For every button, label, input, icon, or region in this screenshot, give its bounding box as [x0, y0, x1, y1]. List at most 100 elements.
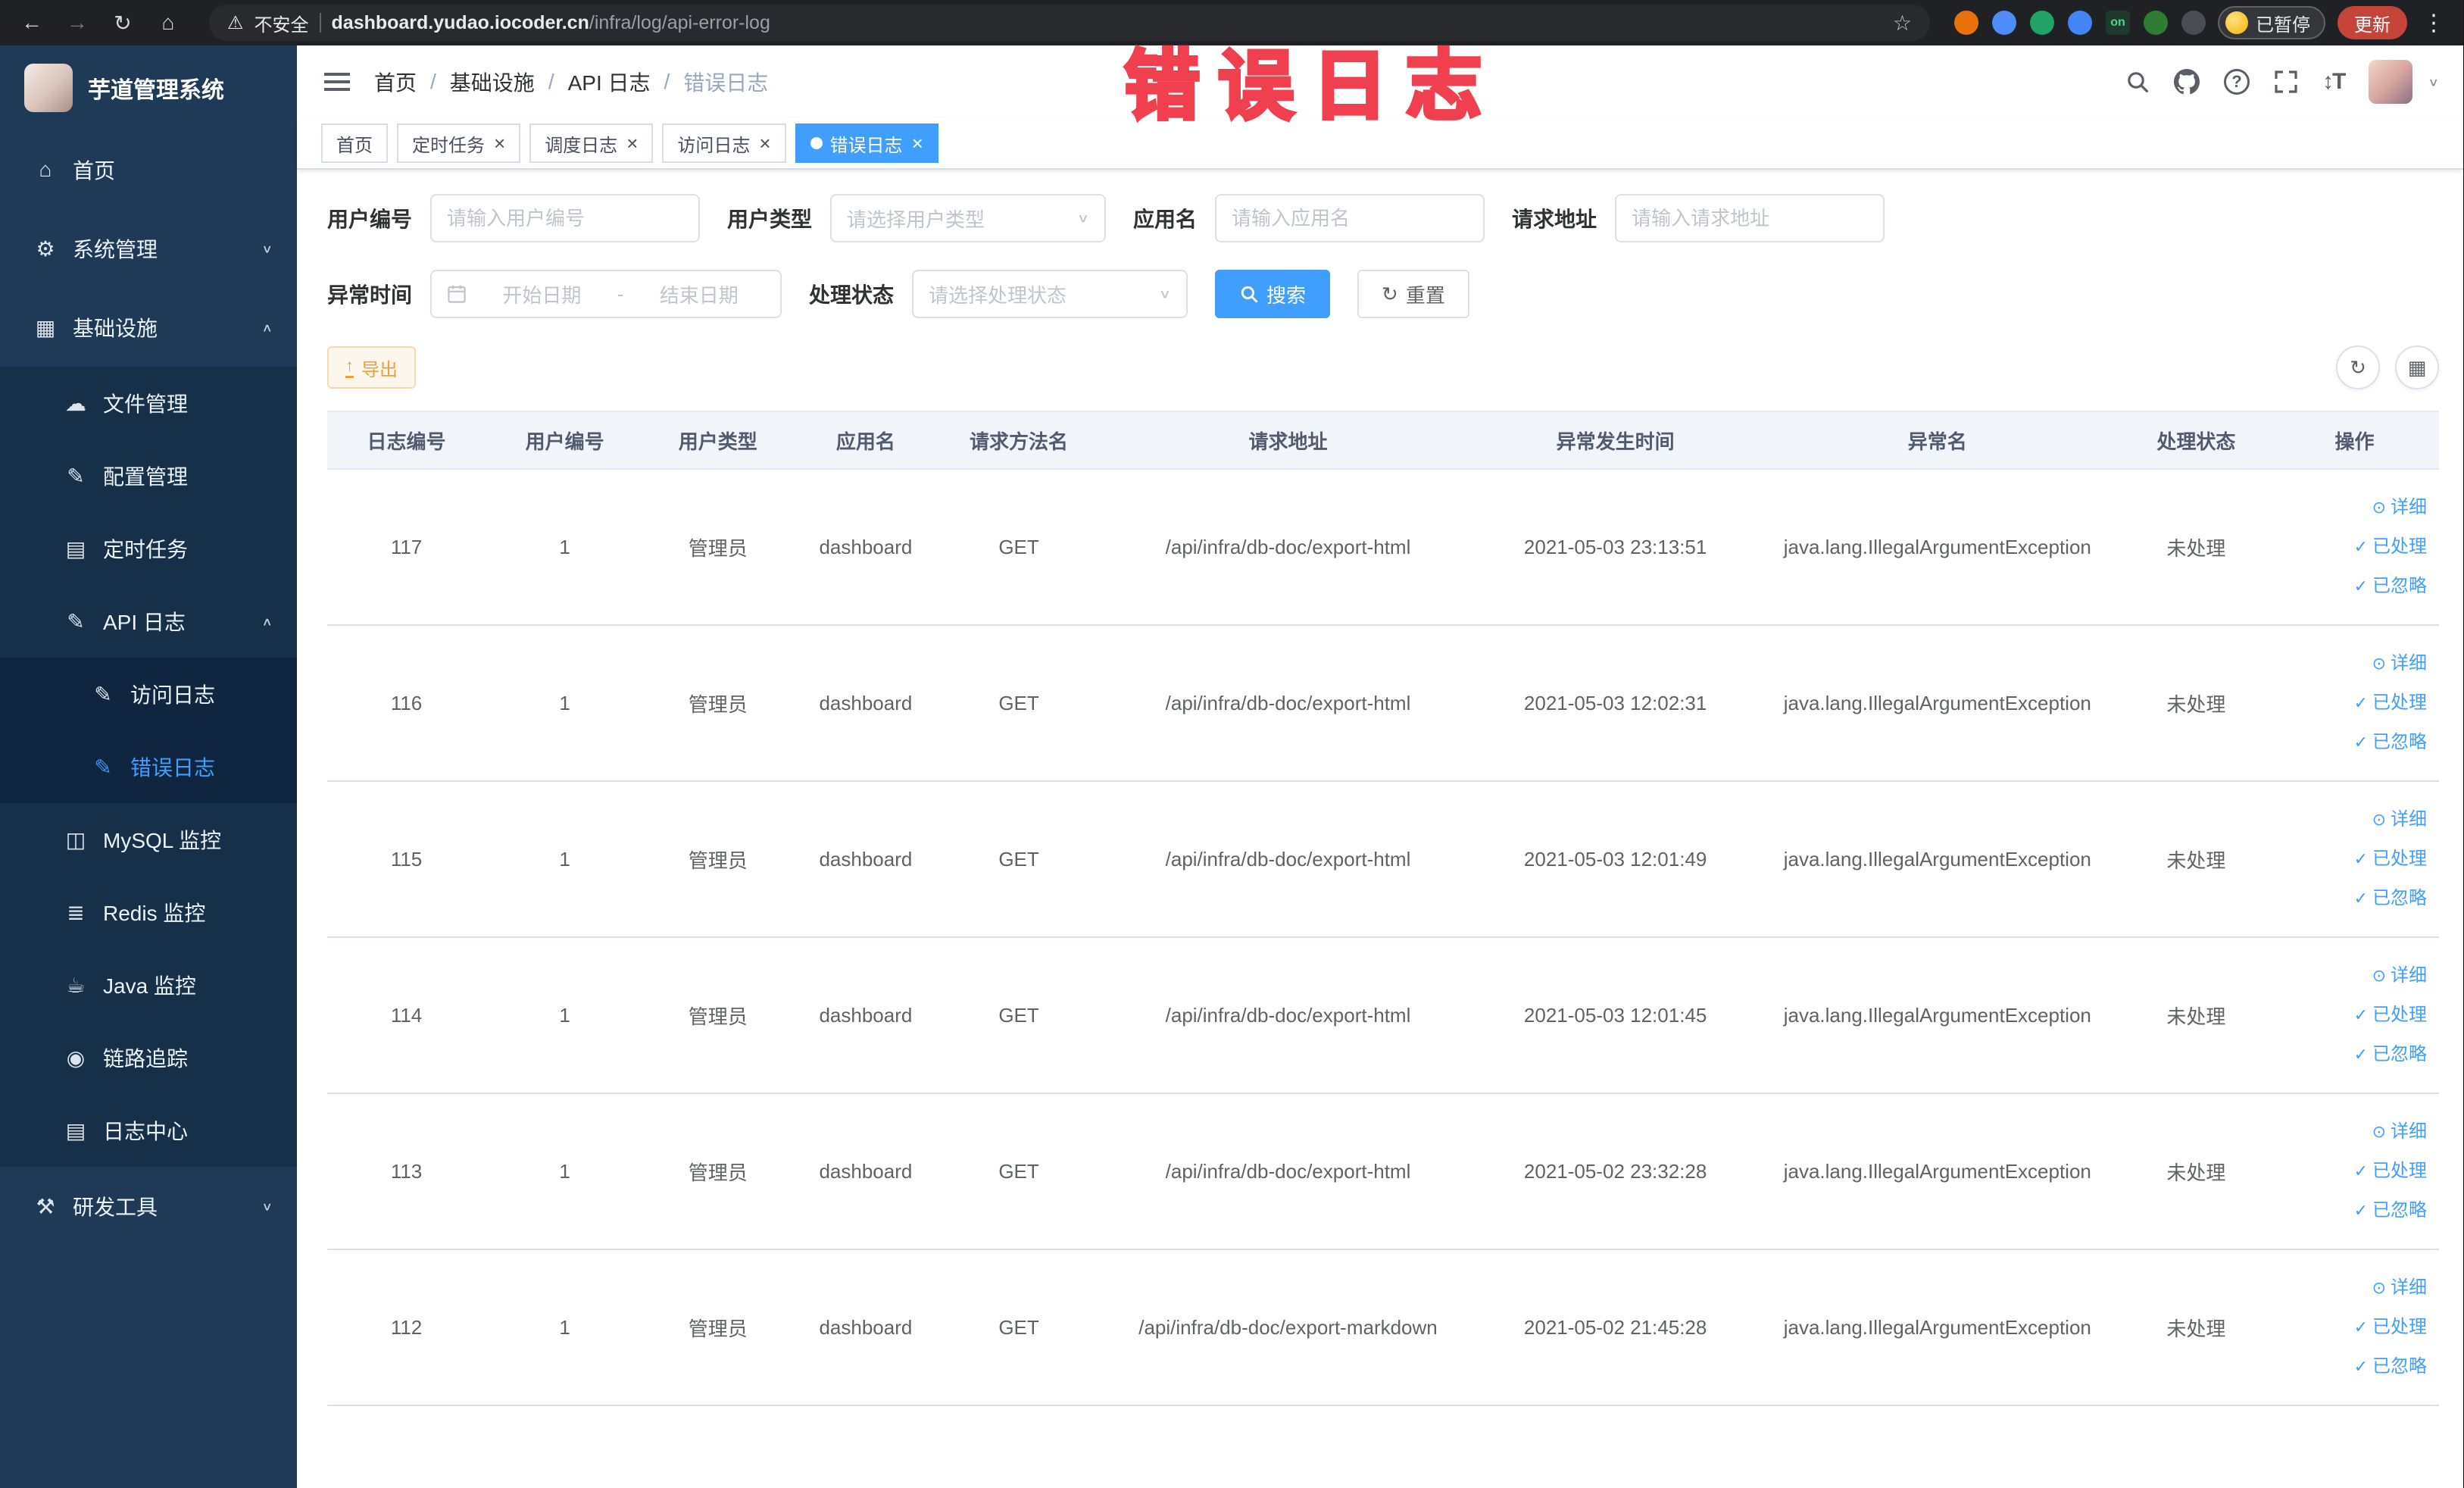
request-url-input[interactable] — [1632, 206, 1869, 230]
sidebar-item-label: 配置管理 — [103, 465, 189, 489]
search-button[interactable]: 搜索 — [1215, 270, 1331, 318]
action-ignored-link[interactable]: ✓ 已忽略 — [2276, 1191, 2427, 1230]
tab-close-icon[interactable]: × — [912, 133, 923, 153]
tab-close-icon[interactable]: × — [759, 133, 770, 153]
tab-job-log[interactable]: 调度日志 × — [529, 123, 654, 163]
tab-close-icon[interactable]: × — [626, 133, 638, 153]
tab-job[interactable]: 定时任务 × — [397, 123, 521, 163]
sidebar-item-home[interactable]: ⌂ 首页 — [0, 130, 297, 209]
help-icon[interactable]: ? — [2224, 69, 2250, 95]
reload-icon[interactable]: ↻ — [106, 6, 139, 39]
extension-icon-green-circle[interactable] — [2030, 11, 2054, 35]
tab-label: 首页 — [336, 135, 373, 156]
action-ignored-link[interactable]: ✓ 已忽略 — [2276, 879, 2427, 918]
extension-icon-leaf[interactable] — [2144, 11, 2168, 35]
tab-close-icon[interactable]: × — [494, 133, 505, 153]
address-bar[interactable]: ⚠ 不安全 dashboard.yudao.iocoder.cn/infra/l… — [209, 5, 1930, 41]
breadcrumb-item[interactable]: 基础设施 — [450, 67, 535, 97]
sidebar-item-file[interactable]: ☁ 文件管理 — [0, 367, 297, 439]
bookmark-star-icon[interactable]: ☆ — [1893, 11, 1912, 36]
sidebar-item-config[interactable]: ✎ 配置管理 — [0, 439, 297, 512]
tab-home[interactable]: 首页 — [321, 123, 388, 163]
extension-icon-orange[interactable] — [1954, 11, 1978, 35]
action-processed-link[interactable]: ✓ 已处理 — [2276, 683, 2427, 723]
column-settings-button[interactable]: ▦ — [2395, 345, 2439, 389]
font-size-icon[interactable]: ↕T — [2322, 69, 2346, 95]
action-detail-link[interactable]: ⊙ 详细 — [2276, 488, 2427, 527]
chevron-down-icon: ∨ — [1158, 286, 1172, 301]
extension-icon-blue-drop[interactable] — [1992, 11, 2016, 35]
cell-exception: java.lang.IllegalArgumentException — [1752, 1249, 2122, 1406]
request-url-field[interactable] — [1615, 194, 1885, 242]
user-type-select[interactable]: 请选择用户类型 ∨ — [830, 194, 1107, 242]
sidebar-item-job[interactable]: ▤ 定时任务 — [0, 512, 297, 585]
navbar-actions: ? ↕T ∨ — [2125, 60, 2439, 104]
sidebar-logo[interactable]: 芋道管理系统 — [0, 45, 297, 130]
breadcrumb-item: 错误日志 — [683, 71, 769, 95]
action-ignored-link[interactable]: ✓ 已忽略 — [2276, 1347, 2427, 1386]
browser-menu-icon[interactable]: ⋮ — [2419, 10, 2448, 36]
action-detail-link[interactable]: ⊙ 详细 — [2276, 956, 2427, 996]
sidebar-item-log-center[interactable]: ▤ 日志中心 — [0, 1094, 297, 1167]
user-id-input[interactable] — [447, 206, 684, 230]
sidebar-item-error-log[interactable]: ✎ 错误日志 — [0, 730, 297, 803]
sidebar-item-mysql[interactable]: ◫ MySQL 监控 — [0, 803, 297, 876]
sidebar-item-redis[interactable]: ≣ Redis 监控 — [0, 876, 297, 949]
back-icon[interactable]: ← — [15, 6, 48, 39]
action-detail-link[interactable]: ⊙ 详细 — [2276, 1268, 2427, 1308]
profile-paused-chip[interactable]: 已暂停 — [2218, 6, 2325, 39]
extension-icon-dark[interactable] — [2181, 11, 2206, 35]
action-processed-link[interactable]: ✓ 已处理 — [2276, 1152, 2427, 1191]
forward-icon[interactable]: → — [61, 6, 94, 39]
process-status-select[interactable]: 请选择处理状态 ∨ — [912, 270, 1188, 318]
sidebar-item-label: 基础设施 — [73, 317, 158, 340]
github-icon[interactable] — [2174, 69, 2200, 95]
row-actions: ⊙ 详细 ✓ 已处理 ✓ 已忽略 — [2269, 625, 2439, 782]
breadcrumb-item[interactable]: API 日志 — [568, 67, 651, 97]
app-name-field[interactable] — [1215, 194, 1485, 242]
avatar-caret-icon[interactable]: ∨ — [2428, 75, 2439, 89]
refresh-button[interactable]: ↻ — [2336, 345, 2380, 389]
action-ignored-link[interactable]: ✓ 已忽略 — [2276, 567, 2427, 606]
action-ignored-link[interactable]: ✓ 已忽略 — [2276, 1035, 2427, 1074]
reset-button[interactable]: ↻ 重置 — [1357, 270, 1469, 318]
action-ignored-link[interactable]: ✓ 已忽略 — [2276, 723, 2427, 762]
extension-on-badge[interactable]: on — [2106, 11, 2130, 35]
calendar-icon — [448, 285, 466, 303]
cell-time: 2021-05-02 21:45:28 — [1478, 1249, 1753, 1406]
action-detail-link[interactable]: ⊙ 详细 — [2276, 1112, 2427, 1152]
start-date-input[interactable]: 开始日期 — [476, 280, 608, 308]
sidebar-item-access-log[interactable]: ✎ 访问日志 — [0, 658, 297, 730]
breadcrumb-item[interactable]: 首页 — [374, 67, 417, 97]
date-range-picker[interactable]: 开始日期 - 结束日期 — [430, 270, 782, 318]
sidebar-item-java[interactable]: ☕ Java 监控 — [0, 949, 297, 1021]
sidebar-item-api-log[interactable]: ✎ API 日志 ∧ — [0, 585, 297, 658]
end-date-input[interactable]: 结束日期 — [632, 280, 765, 308]
search-icon[interactable] — [2125, 70, 2150, 94]
action-processed-link[interactable]: ✓ 已处理 — [2276, 527, 2427, 567]
table-row: 115 1 管理员 dashboard GET/api/infra/db-doc/exp… — [327, 781, 2439, 938]
tab-error-log[interactable]: 错误日志 × — [795, 123, 938, 163]
user-id-field[interactable] — [430, 194, 701, 242]
sidebar-item-dev-tools[interactable]: ⚒ 研发工具 ∨ — [0, 1167, 297, 1246]
tab-access-log[interactable]: 访问日志 × — [662, 123, 786, 163]
export-button[interactable]: ↑ 导出 — [327, 346, 416, 389]
action-processed-link[interactable]: ✓ 已处理 — [2276, 996, 2427, 1035]
paused-label: 已暂停 — [2256, 14, 2310, 36]
app-name-input[interactable] — [1232, 206, 1469, 230]
action-processed-link[interactable]: ✓ 已处理 — [2276, 839, 2427, 879]
sidebar-item-infra[interactable]: ▦ 基础设施 ∧ — [0, 288, 297, 367]
extension-icon-blue-grid[interactable] — [2068, 11, 2092, 35]
home-icon[interactable]: ⌂ — [151, 6, 185, 39]
update-button[interactable]: 更新 — [2338, 6, 2407, 39]
action-detail-link[interactable]: ⊙ 详细 — [2276, 800, 2427, 839]
check: ✓ — [2353, 537, 2368, 556]
action-detail-link[interactable]: ⊙ 详细 — [2276, 644, 2427, 683]
fullscreen-icon[interactable] — [2274, 70, 2298, 94]
sidebar-item-system[interactable]: ⚙ 系统管理 ∨ — [0, 209, 297, 288]
action-processed-link[interactable]: ✓ 已处理 — [2276, 1308, 2427, 1347]
user-avatar[interactable] — [2369, 60, 2413, 104]
sidebar-item-trace[interactable]: ◉ 链路追踪 — [0, 1021, 297, 1094]
url-path: /infra/log/api-error-log — [589, 11, 770, 33]
hamburger-icon[interactable] — [321, 67, 353, 97]
